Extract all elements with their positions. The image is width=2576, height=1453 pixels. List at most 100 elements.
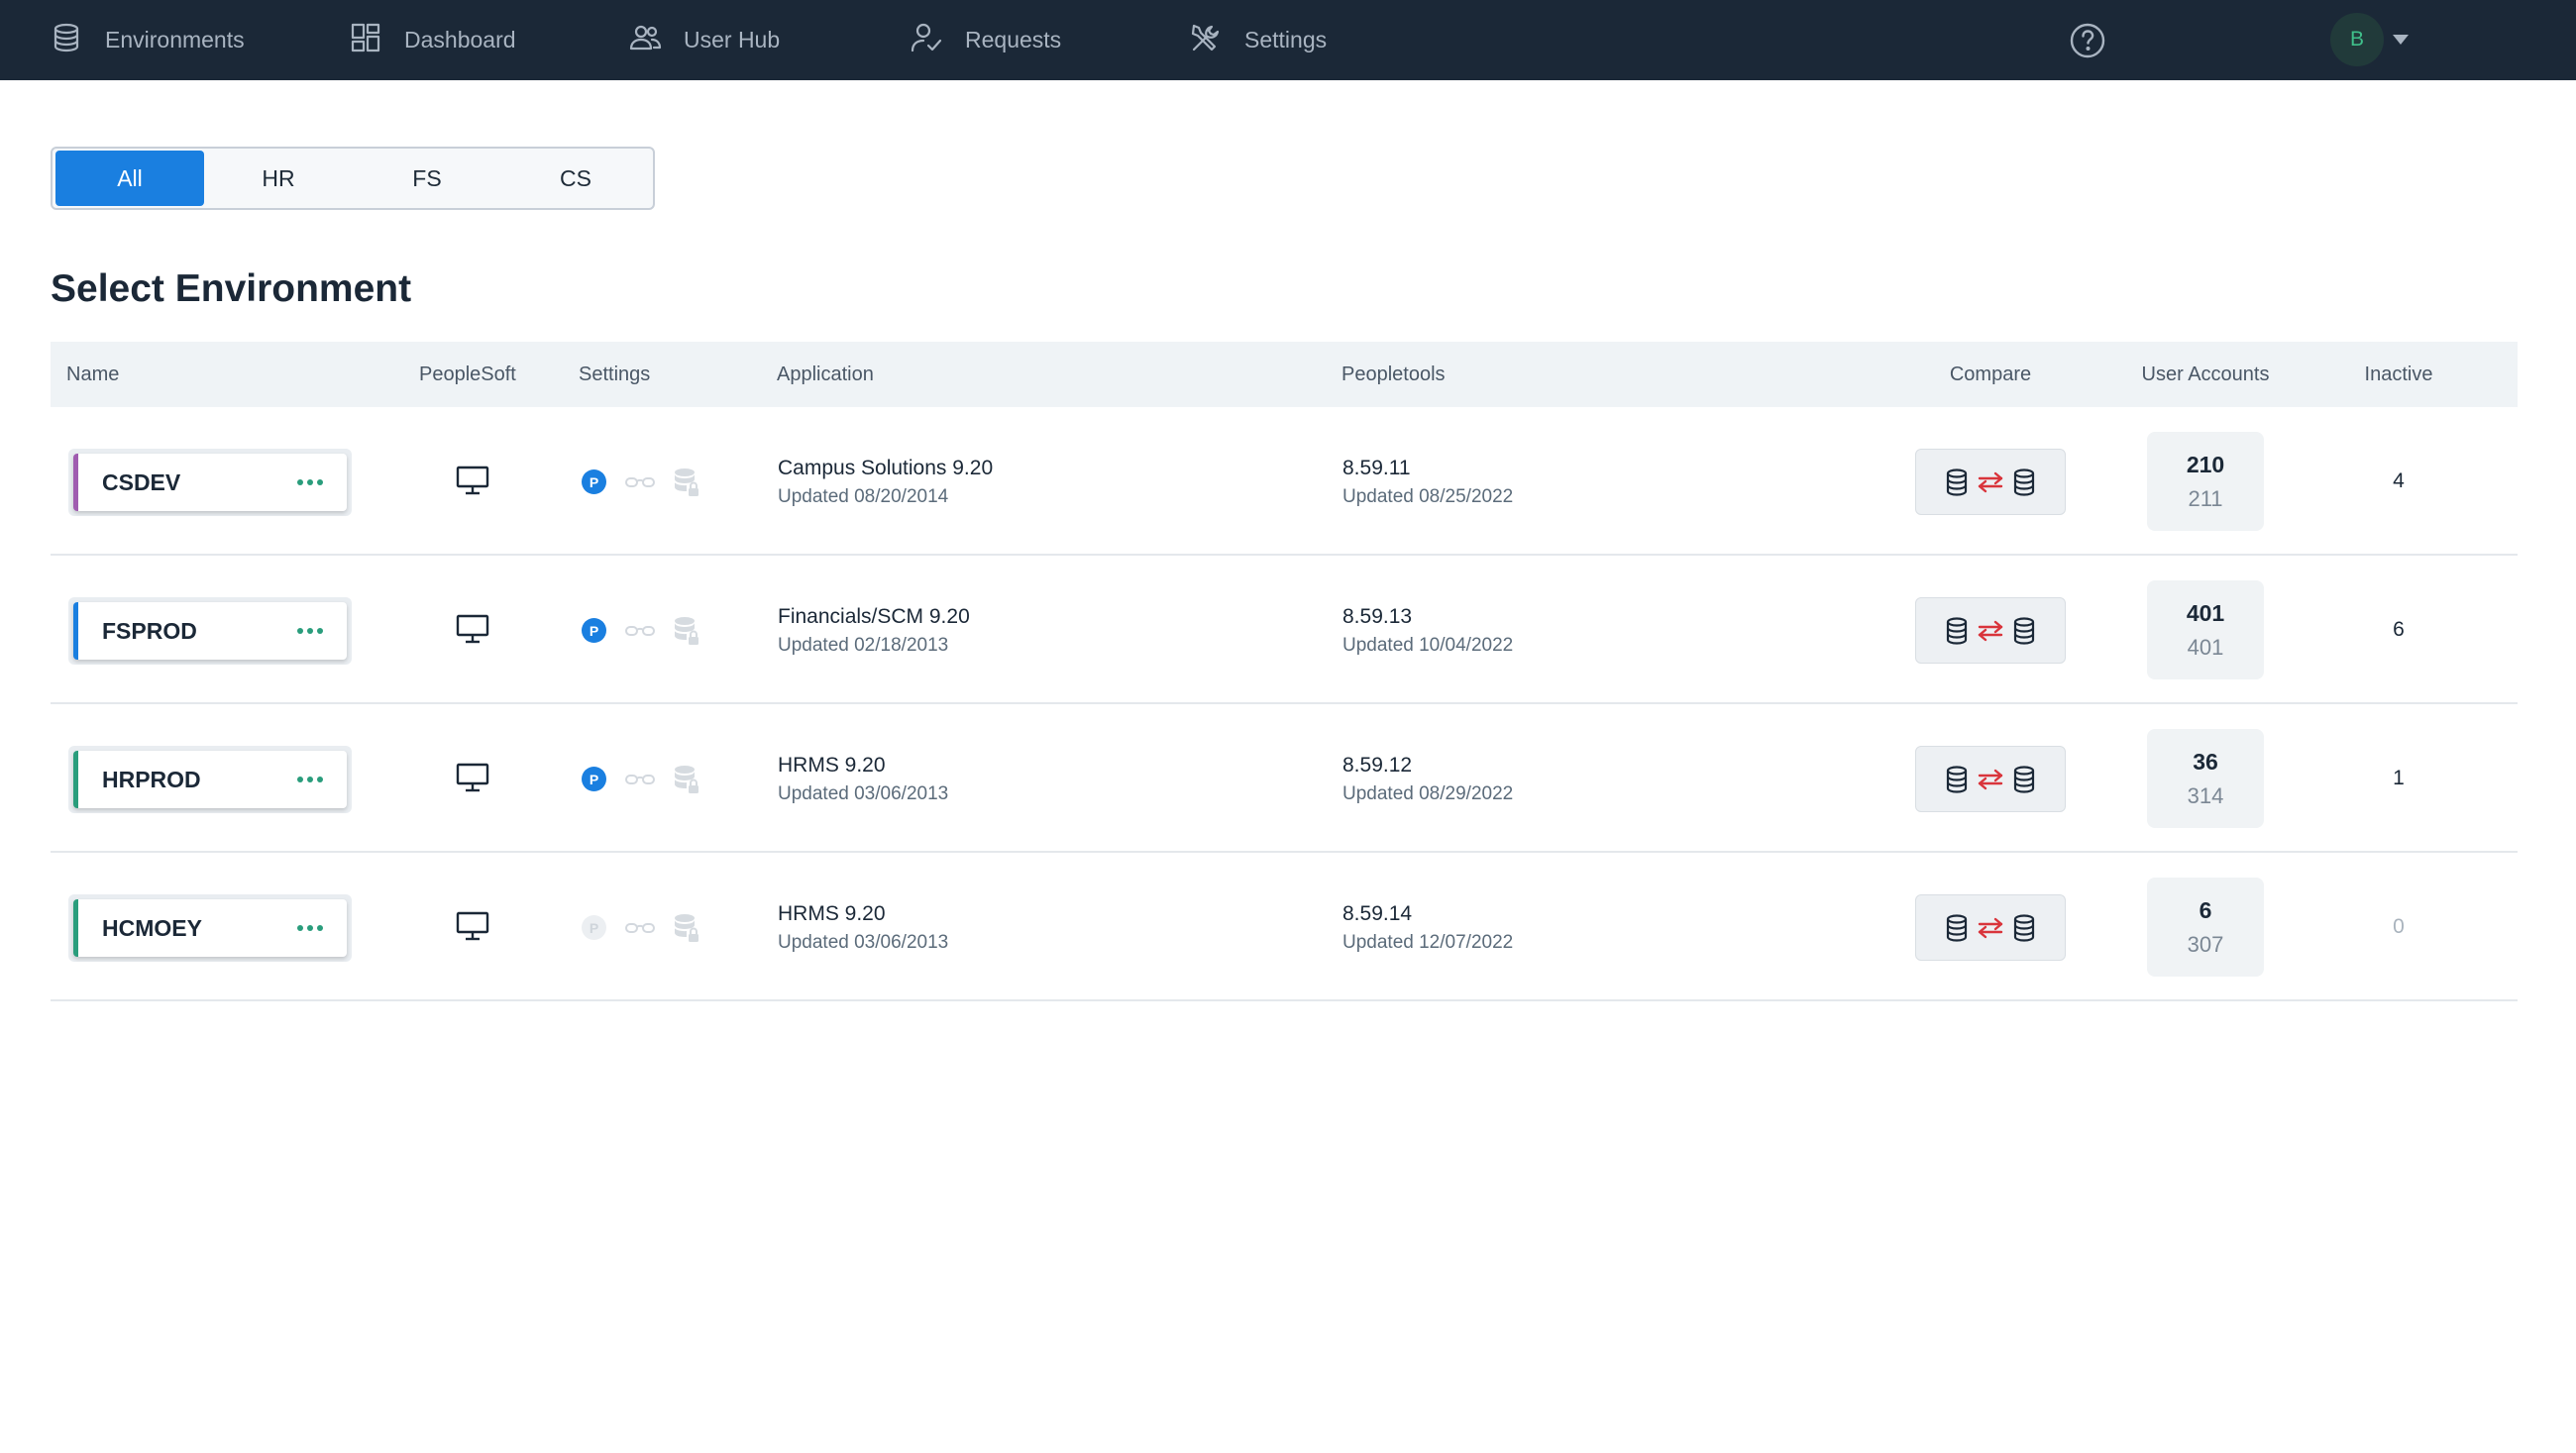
database-lock-icon (673, 912, 700, 944)
nav-environments-label: Environments (105, 27, 245, 52)
column-header-application: Application (777, 363, 874, 385)
compare-button[interactable] (1915, 597, 2066, 664)
inactive-count: 0 (2393, 915, 2405, 938)
help-circle-icon (2069, 23, 2106, 63)
application-updated: Updated 02/18/2013 (778, 635, 949, 656)
environment-card: HRPROD (68, 746, 352, 813)
tab-cs[interactable]: CS (501, 151, 650, 206)
database-lock-icon (673, 615, 700, 647)
database-icon (1944, 467, 1970, 497)
monitor-icon[interactable] (455, 760, 490, 795)
table-row-hrprod: HRPROD P HRMS 9.20 Updated 03/06/2013 8.… (51, 704, 2518, 853)
application-name: HRMS 9.20 (778, 754, 886, 777)
user-accounts-count: 6 (2199, 896, 2212, 923)
glasses-icon (624, 473, 656, 491)
table-row-hcmoey: HCMOEY P HRMS 9.20 Updated 03/06/2013 8.… (51, 853, 2518, 1001)
glasses-icon (624, 771, 656, 788)
page-title: Select Environment (51, 267, 412, 310)
column-header-compare: Compare (1949, 363, 2032, 385)
environment-card: FSPROD (68, 597, 352, 665)
database-lock-icon (673, 467, 700, 498)
user-accounts-badge[interactable]: 210 211 (2147, 432, 2264, 531)
glasses-icon (624, 622, 656, 640)
nav-requests-label: Requests (965, 27, 1062, 52)
peopletools-updated: Updated 08/25/2022 (1342, 486, 1514, 507)
environment-name: HRPROD (102, 766, 201, 792)
inactive-count: 4 (2393, 469, 2405, 492)
database-icon (2011, 913, 2037, 943)
more-options-icon[interactable] (293, 475, 327, 489)
user-accounts-total: 401 (2187, 634, 2224, 660)
inactive-count: 1 (2393, 767, 2405, 789)
monitor-icon[interactable] (455, 463, 490, 498)
users-icon (628, 21, 662, 60)
peoplesoft-setting-icon: P (582, 767, 606, 791)
user-accounts-badge[interactable]: 401 401 (2147, 580, 2264, 679)
environment-name: HCMOEY (102, 914, 202, 941)
more-options-icon[interactable] (293, 624, 327, 638)
environment-name-button[interactable]: HRPROD (73, 751, 347, 808)
peopletools-version: 8.59.14 (1342, 902, 1413, 925)
environment-filter-tabs: All HR FS CS (51, 147, 655, 210)
peopletools-version: 8.59.11 (1342, 457, 1411, 479)
monitor-icon[interactable] (455, 908, 490, 944)
user-accounts-count: 36 (2193, 748, 2218, 775)
database-icon (1944, 913, 1970, 943)
help-button[interactable] (2069, 22, 2106, 59)
compare-button[interactable] (1915, 746, 2066, 812)
user-accounts-badge[interactable]: 36 314 (2147, 729, 2264, 828)
application-name: Campus Solutions 9.20 (778, 457, 994, 479)
column-header-user-accounts: User Accounts (2141, 363, 2270, 385)
more-options-icon[interactable] (293, 773, 327, 786)
swap-arrows-icon (1976, 469, 2005, 495)
nav-dashboard[interactable]: Dashboard (349, 0, 516, 80)
user-accounts-total: 307 (2187, 931, 2224, 957)
table-row-fsprod: FSPROD P Financials/SCM 9.20 Updated 02/… (51, 556, 2518, 704)
nav-user-hub-label: User Hub (684, 27, 781, 52)
user-accounts-total: 314 (2187, 782, 2224, 808)
user-accounts-count: 401 (2186, 599, 2225, 626)
application-updated: Updated 03/06/2013 (778, 932, 949, 953)
column-header-inactive: Inactive (2364, 363, 2433, 385)
nav-user-hub[interactable]: User Hub (628, 0, 780, 80)
environment-name-button[interactable]: FSPROD (73, 602, 347, 660)
user-check-icon (910, 21, 943, 60)
chevron-down-icon[interactable] (2393, 35, 2409, 45)
glasses-icon (624, 919, 656, 937)
peoplesoft-setting-icon: P (582, 469, 606, 494)
application-name: Financials/SCM 9.20 (778, 605, 970, 628)
database-lock-icon (673, 764, 700, 795)
user-accounts-total: 211 (2188, 485, 2223, 511)
environment-card: CSDEV (68, 449, 352, 516)
application-name: HRMS 9.20 (778, 902, 886, 925)
tab-all[interactable]: All (55, 151, 204, 206)
compare-button[interactable] (1915, 894, 2066, 961)
peopletools-version: 8.59.12 (1342, 754, 1413, 777)
peopletools-updated: Updated 12/07/2022 (1342, 932, 1514, 953)
table-row-csdev: CSDEV P Campus Solutions 9.20 Updated 08… (51, 407, 2518, 556)
environment-name: CSDEV (102, 468, 181, 495)
more-options-icon[interactable] (293, 921, 327, 935)
user-accounts-badge[interactable]: 6 307 (2147, 878, 2264, 977)
database-icon (2011, 467, 2037, 497)
tools-icon (1189, 21, 1223, 60)
column-header-peoplesoft: PeopleSoft (419, 363, 516, 385)
column-header-name: Name (66, 363, 120, 385)
nav-requests[interactable]: Requests (910, 0, 1061, 80)
environment-name-button[interactable]: HCMOEY (73, 899, 347, 957)
tab-hr[interactable]: HR (204, 151, 353, 206)
monitor-icon[interactable] (455, 611, 490, 647)
avatar[interactable]: B (2330, 13, 2384, 66)
peopletools-updated: Updated 10/04/2022 (1342, 635, 1514, 656)
inactive-count: 6 (2393, 618, 2405, 641)
swap-arrows-icon (1976, 618, 2005, 644)
compare-button[interactable] (1915, 449, 2066, 515)
avatar-initial: B (2349, 28, 2364, 51)
dashboard-icon (349, 21, 382, 60)
environment-name-button[interactable]: CSDEV (73, 454, 347, 511)
nav-environments[interactable]: Environments (50, 0, 245, 80)
tab-fs[interactable]: FS (353, 151, 501, 206)
database-icon (2011, 616, 2037, 646)
top-navigation: Environments Dashboard User Hub Requests… (0, 0, 2576, 80)
nav-settings[interactable]: Settings (1189, 0, 1327, 80)
